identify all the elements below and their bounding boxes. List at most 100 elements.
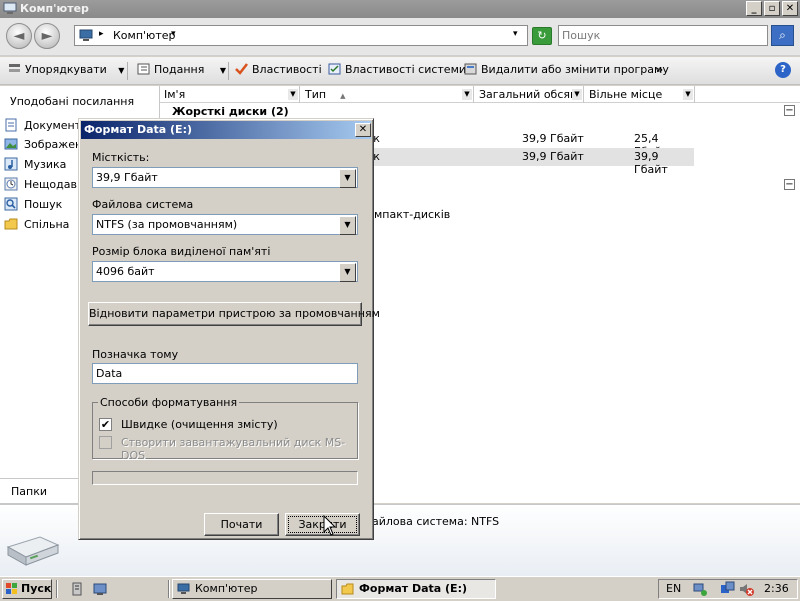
task-label: Комп'ютер [195, 582, 258, 595]
format-dialog: Формат Data (E:) ✕ Місткість: 39,9 Гбайт… [78, 118, 380, 540]
toolbar-separator [228, 62, 229, 80]
properties-button[interactable]: Властивості [235, 63, 322, 76]
allocation-size-select[interactable]: 4096 байт ▼ [92, 261, 358, 282]
back-button[interactable]: ◄ [6, 23, 32, 49]
format-options-label: Способи форматування [98, 396, 240, 409]
restore-defaults-button[interactable]: Відновити параметри пристрою за промовча… [88, 302, 380, 326]
uninstall-program-button[interactable]: Видалити або змінити програму [464, 63, 669, 76]
close-button[interactable]: ✕ [782, 1, 798, 16]
mouse-cursor-icon [323, 514, 337, 537]
start-format-button[interactable]: Почати [204, 513, 279, 536]
removable-group-title[interactable]: мпакт-дисків [374, 208, 450, 221]
volume-label-value: Data [96, 367, 123, 380]
allocation-size-value: 4096 байт [96, 265, 155, 278]
address-bar[interactable]: ▸ Комп'ютер ▾ ▾ [74, 25, 528, 46]
capacity-label: Місткість: [92, 151, 150, 164]
volume-label-label: Позначка тому [92, 348, 179, 361]
window-title: Комп'ютер [20, 2, 89, 15]
minimize-button[interactable]: _ [746, 1, 762, 16]
chevron-down-icon[interactable]: ▼ [339, 169, 356, 188]
task-explorer[interactable]: Комп'ютер [172, 579, 332, 599]
computer-icon [3, 2, 17, 15]
views-button[interactable]: Подання ▼ [137, 63, 226, 76]
column-dropdown-icon[interactable]: ▼ [572, 89, 582, 100]
back-arrow-icon: ◄ [13, 28, 25, 44]
documents-icon [4, 118, 18, 132]
allocation-size-label: Розмір блока виділеної пам'яті [92, 245, 271, 258]
chevron-down-icon[interactable]: ▼ [339, 263, 356, 282]
hard-drive-icon [4, 531, 60, 567]
start-button[interactable]: Пуск [2, 579, 52, 599]
organize-icon [8, 63, 21, 75]
column-header: Ім'я ▼ Тип ▲ ▼ Загальний обсяг ▼ Вільне місц… [160, 86, 800, 103]
column-type[interactable]: Тип ▲ ▼ [301, 86, 474, 103]
organize-button[interactable]: Упорядкувати ▼ [8, 63, 124, 76]
volume-muted-icon[interactable] [738, 581, 754, 597]
column-free-label: Вільне місце [589, 88, 663, 101]
chevron-down-icon[interactable]: ▼ [339, 216, 356, 235]
organize-dropdown-icon: ▼ [118, 66, 125, 75]
more-commands-button[interactable]: » [656, 63, 663, 76]
start-label: Пуск [21, 582, 52, 595]
window-titlebar[interactable]: Комп'ютер _ ▫ ✕ [0, 0, 800, 18]
dialog-titlebar[interactable]: Формат Data (E:) ✕ [81, 121, 371, 139]
checkbox-disabled-icon[interactable] [99, 436, 112, 449]
quick-format-checkbox[interactable]: ✔ Швидке (очищення змісту) [99, 417, 339, 433]
column-name[interactable]: Ім'я ▼ [160, 86, 300, 103]
quick-format-label: Швидке (очищення змісту) [121, 418, 278, 431]
group-collapse-button[interactable]: − [784, 179, 795, 190]
capacity-select[interactable]: 39,9 Гбайт ▼ [92, 167, 358, 188]
column-dropdown-icon[interactable]: ▼ [462, 89, 472, 100]
column-total-size[interactable]: Загальний обсяг ▼ [475, 86, 584, 103]
command-toolbar: Упорядкувати ▼ Подання ▼ Властивості Вла… [0, 57, 800, 85]
refresh-button[interactable]: ↻ [532, 27, 552, 45]
folder-icon [341, 583, 354, 595]
maximize-button[interactable]: ▫ [764, 1, 780, 16]
uninstall-program-label: Видалити або змінити програму [481, 63, 669, 76]
drive-free-space: 39,9 Гбайт [634, 150, 668, 176]
network-tray-icon[interactable] [692, 581, 708, 597]
system-properties-button[interactable]: Властивості системи [328, 63, 466, 76]
forward-button[interactable]: ► [34, 23, 60, 49]
task-label: Формат Data (E:) [359, 582, 467, 595]
column-type-label: Тип [305, 88, 327, 101]
filesystem-select[interactable]: NTFS (за промовчанням) ▼ [92, 214, 358, 235]
history-dropdown-icon[interactable]: ▾ [513, 29, 518, 39]
windows-logo-icon [6, 583, 18, 595]
computer-icon [177, 583, 190, 595]
capacity-value: 39,9 Гбайт [96, 171, 158, 184]
taskbar: Пуск Комп'ютер Формат Data (E:) EN 2:36 [0, 576, 800, 600]
search-input[interactable]: Пошук [558, 25, 768, 46]
address-path[interactable]: Комп'ютер [113, 29, 175, 42]
music-icon [4, 157, 18, 171]
system-properties-icon [328, 63, 341, 75]
folders-label: Папки [11, 485, 47, 498]
table-row-selected[interactable]: иск 39,9 Гбайт 39,9 Гбайт [360, 148, 694, 176]
favorite-links-heading: Уподобані посилання [10, 95, 135, 108]
msdos-startup-checkbox[interactable]: Створити завантажувальний диск MS-DOS [99, 435, 349, 462]
task-format-dialog[interactable]: Формат Data (E:) [336, 579, 496, 599]
address-dropdown-icon[interactable]: ▾ [171, 29, 176, 39]
help-button[interactable]: ? [775, 62, 791, 78]
group-collapse-button[interactable]: − [784, 105, 795, 116]
check-icon [235, 63, 248, 75]
volume-label-input[interactable]: Data [92, 363, 358, 384]
search-placeholder: Пошук [562, 29, 601, 42]
sidebar-item-label: Пошук [24, 198, 63, 211]
table-row[interactable]: иск 39,9 Гбайт 25,4 Гбайт [360, 130, 694, 158]
language-indicator[interactable]: EN [666, 582, 681, 595]
column-dropdown-icon[interactable]: ▼ [683, 89, 693, 100]
clock[interactable]: 2:36 [764, 582, 789, 595]
views-label: Подання [154, 63, 205, 76]
search-button[interactable]: ⌕ [771, 25, 794, 46]
column-dropdown-icon[interactable]: ▼ [288, 89, 298, 100]
search-icon [4, 197, 18, 211]
update-tray-icon[interactable] [720, 581, 736, 597]
forward-arrow-icon: ► [41, 28, 53, 44]
column-free-space[interactable]: Вільне місце ▼ [585, 86, 695, 103]
group-hard-disks-title[interactable]: Жорсткі диски (2) [172, 105, 289, 118]
server-manager-icon[interactable] [70, 582, 84, 596]
dialog-close-button[interactable]: ✕ [355, 123, 371, 137]
checkbox-checked-icon[interactable]: ✔ [99, 418, 112, 431]
show-desktop-icon[interactable] [93, 582, 107, 596]
